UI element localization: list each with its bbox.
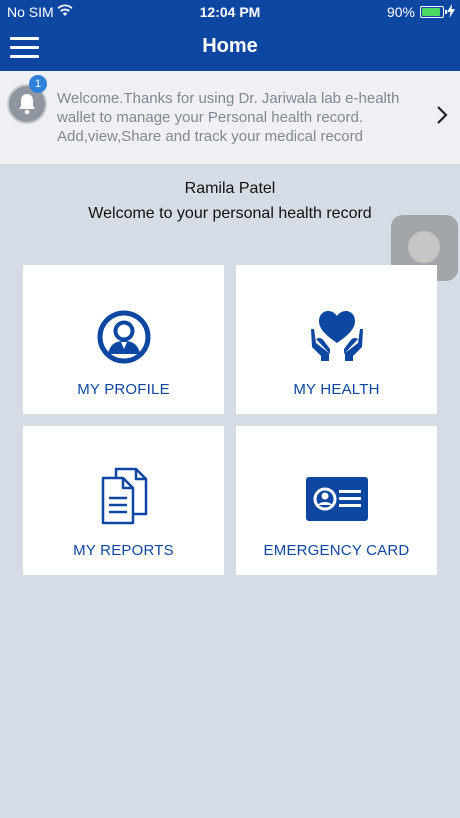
welcome-text: Welcome to your personal health record — [88, 205, 372, 222]
my-reports-label: MY REPORTS — [73, 542, 174, 559]
id-card-icon — [305, 477, 368, 521]
status-bar: No SIM 12:04 PM 90% — [0, 0, 460, 24]
notification-banner[interactable]: 1 Welcome.Thanks for using Dr. Jariwala … — [0, 71, 460, 165]
battery-fill — [422, 8, 440, 16]
profile-icon — [97, 310, 150, 364]
user-name: Ramila Patel — [184, 180, 276, 197]
charging-bolt-icon — [447, 4, 455, 18]
battery-icon — [420, 6, 447, 18]
my-reports-tile[interactable]: MY REPORTS — [23, 426, 224, 575]
chevron-right-icon[interactable] — [436, 105, 448, 125]
page-title: Home — [202, 35, 258, 57]
emergency-card-tile[interactable]: EMERGENCY CARD — [236, 426, 437, 575]
heart-hands-icon — [310, 311, 363, 361]
my-health-label: MY HEALTH — [293, 381, 380, 398]
battery-percent: 90% — [386, 4, 415, 20]
navigation-bar: Home — [0, 24, 460, 71]
documents-icon — [101, 467, 147, 525]
notification-message: Welcome.Thanks for using Dr. Jariwala la… — [57, 90, 400, 145]
my-profile-label: MY PROFILE — [77, 381, 170, 398]
assistive-touch-ring — [408, 231, 440, 263]
app-header: No SIM 12:04 PM 90% Home — [0, 0, 460, 71]
emergency-card-label: EMERGENCY CARD — [263, 542, 410, 559]
my-health-tile[interactable]: MY HEALTH — [236, 265, 437, 414]
my-profile-tile[interactable]: MY PROFILE — [23, 265, 224, 414]
notification-count-badge: 1 — [29, 75, 47, 93]
